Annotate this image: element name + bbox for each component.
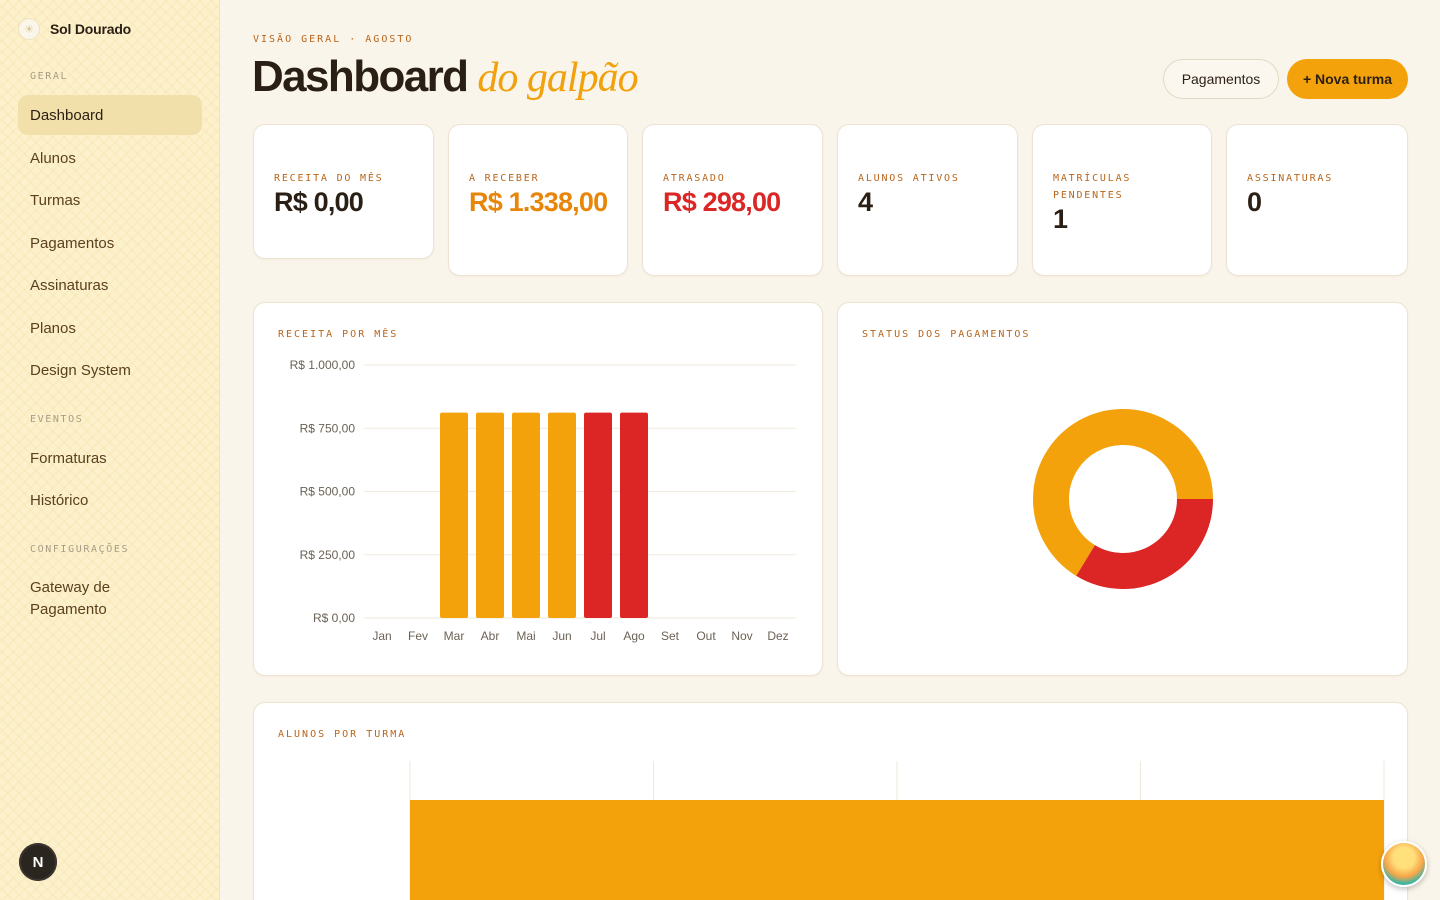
stat-label: RECEITA DO MÊS (274, 173, 384, 184)
bar (512, 412, 540, 618)
bar (620, 412, 648, 618)
y-tick-label: R$ 1.000,00 (290, 358, 356, 372)
x-tick-label: Mar (444, 629, 465, 643)
sidebar-item-assinaturas[interactable]: Assinaturas (18, 265, 202, 305)
x-tick-label: Abr (481, 629, 500, 643)
sidebar-item-planos[interactable]: Planos (18, 308, 202, 348)
sidebar-item-alunos[interactable]: Alunos (18, 138, 202, 178)
revenue-bar-chart: R$ 0,00 R$ 250,00 R$ 500,00 R$ 750,00 R$ 1.0… (290, 358, 796, 643)
sidebar-item-historico[interactable]: Histórico (18, 480, 202, 520)
stat-label: ATRASADO (663, 173, 726, 184)
stat-value: R$ 298,00 (663, 187, 781, 217)
x-tick-label: Jun (552, 629, 571, 643)
sidebar-item-gateway[interactable]: Gateway de Pagamento (18, 575, 168, 623)
bar (440, 412, 468, 618)
x-tick-label: Fev (408, 629, 428, 643)
stat-value: 1 (1053, 204, 1068, 234)
stat-label: MATRÍCULAS PENDENTES (1053, 173, 1132, 201)
stat-card-atrasado: ATRASADO R$ 298,00 (642, 124, 823, 276)
y-tick-label: R$ 500,00 (300, 485, 356, 499)
stat-card-a-receber: A RECEBER R$ 1.338,00 (448, 124, 628, 276)
page-title-main: Dashboard (252, 52, 469, 101)
bar (584, 412, 612, 618)
page-title: Dashboard do galpão (252, 52, 639, 102)
x-tick-label: Jan (372, 629, 391, 643)
dev-tools-badge[interactable]: N (19, 843, 57, 881)
sidebar: ☀ Sol Dourado GERAL Dashboard Alunos Tur… (0, 0, 220, 900)
stat-value: R$ 1.338,00 (469, 187, 608, 217)
stat-value: R$ 0,00 (274, 187, 364, 217)
bar (548, 412, 576, 618)
x-tick-label: Set (661, 629, 680, 643)
students-bar-chart (409, 761, 1385, 900)
page-eyebrow: VISÃO GERAL · AGOSTO (253, 34, 414, 45)
bar (410, 800, 1384, 900)
x-tick-label: Dez (767, 629, 788, 643)
revenue-chart-panel: RECEITA POR MÊS R$ 0,00 R$ 250,00 R$ 500,0… (253, 302, 823, 676)
sidebar-item-turmas[interactable]: Turmas (18, 180, 202, 220)
brand[interactable]: ☀ Sol Dourado (18, 18, 131, 40)
y-tick-label: R$ 250,00 (300, 548, 356, 562)
nav-section-configuracoes: CONFIGURAÇÕES (30, 544, 130, 555)
stat-value: 0 (1247, 187, 1262, 217)
page-title-accent: do galpão (477, 55, 638, 101)
x-tick-label: Out (696, 629, 716, 643)
assistant-avatar[interactable] (1381, 841, 1427, 887)
nav-section-eventos: EVENTOS (30, 414, 84, 425)
brand-name: Sol Dourado (50, 21, 132, 37)
payments-button[interactable]: Pagamentos (1163, 59, 1279, 99)
stat-label: A RECEBER (469, 173, 540, 184)
y-tick-label: R$ 750,00 (300, 421, 356, 435)
payment-status-donut (1033, 409, 1213, 589)
stat-card-assinaturas: ASSINATURAS 0 (1226, 124, 1408, 276)
stat-value: 4 (858, 187, 873, 217)
x-tick-label: Ago (623, 629, 645, 643)
sidebar-item-dashboard[interactable]: Dashboard (18, 95, 202, 135)
stat-label: ALUNOS ATIVOS (858, 173, 960, 184)
sidebar-item-pagamentos[interactable]: Pagamentos (18, 223, 202, 263)
students-per-class-panel: ALUNOS POR TURMA (253, 702, 1408, 900)
new-class-button[interactable]: + Nova turma (1287, 59, 1408, 99)
stat-card-receita: RECEITA DO MÊS R$ 0,00 (253, 124, 434, 259)
stat-label: ASSINATURAS (1247, 173, 1334, 184)
x-tick-label: Nov (731, 629, 752, 643)
x-tick-label: Mai (516, 629, 535, 643)
nav-section-geral: GERAL (30, 71, 69, 82)
stat-card-matriculas: MATRÍCULAS PENDENTES 1 (1032, 124, 1212, 276)
x-tick-label: Jul (590, 629, 605, 643)
sun-icon: ☀ (18, 18, 40, 40)
stat-card-alunos-ativos: ALUNOS ATIVOS 4 (837, 124, 1018, 276)
donut-slice (1076, 498, 1213, 589)
sidebar-item-formaturas[interactable]: Formaturas (18, 438, 202, 478)
bar (476, 412, 504, 618)
y-tick-label: R$ 0,00 (313, 611, 355, 625)
sidebar-item-design-system[interactable]: Design System (18, 350, 202, 390)
payment-status-panel: STATUS DOS PAGAMENTOS (837, 302, 1408, 676)
